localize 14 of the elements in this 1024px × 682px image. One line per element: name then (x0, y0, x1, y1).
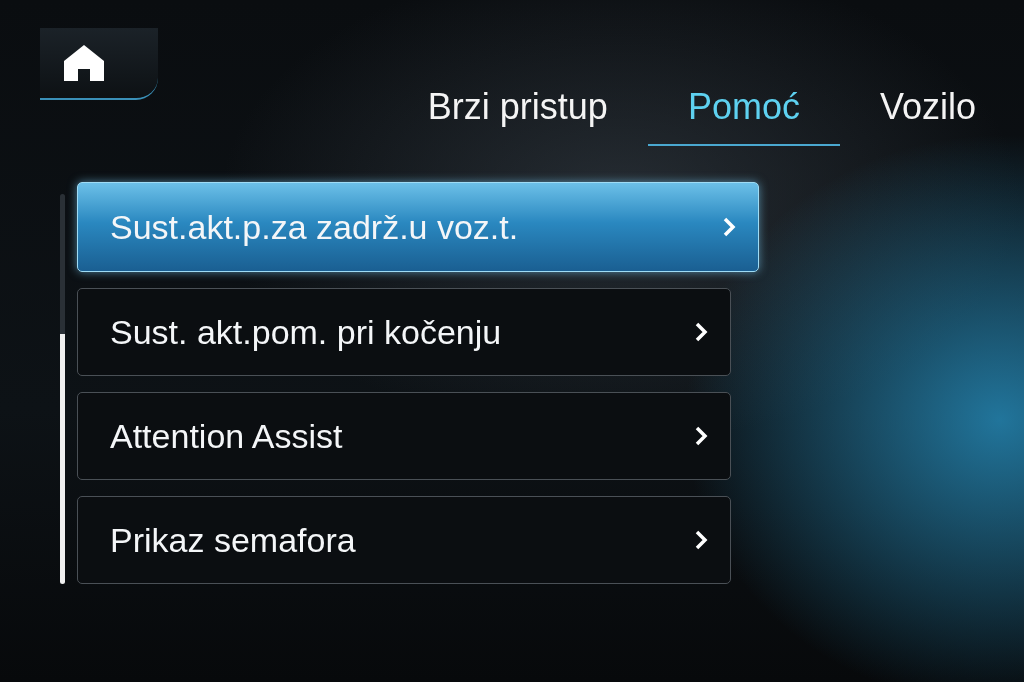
tab[interactable]: Brzi pristup (387, 82, 648, 146)
chevron-icon (694, 529, 708, 551)
scrollbar[interactable] (60, 194, 65, 584)
chevron-icon (722, 216, 736, 238)
chevron-icon (694, 425, 708, 447)
tab[interactable]: Pomoć (647, 82, 840, 146)
menu-item[interactable]: Sust. akt.pom. pri kočenju (77, 288, 731, 376)
home-icon (62, 43, 106, 83)
tab[interactable]: Vozilo (839, 82, 988, 146)
menu-item[interactable]: Attention Assist (77, 392, 731, 480)
home-button[interactable] (40, 28, 158, 100)
menu-item[interactable]: Sust.akt.p.za zadrž.u voz.t. (77, 182, 759, 272)
menu-item[interactable]: Prikaz semafora (77, 496, 731, 584)
chevron-icon (694, 321, 708, 343)
